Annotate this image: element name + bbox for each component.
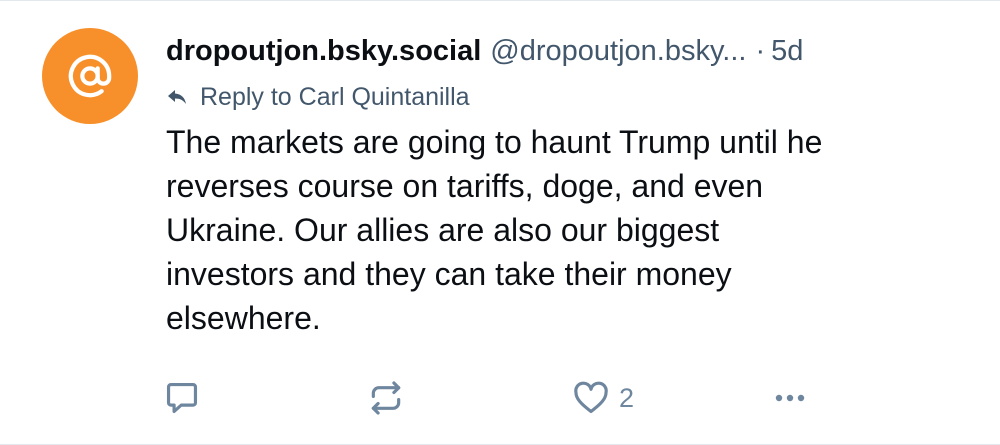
separator-dot: · bbox=[755, 35, 766, 67]
post-content: dropoutjon.bsky.social @dropoutjon.bsky.… bbox=[166, 31, 970, 340]
avatar[interactable] bbox=[42, 28, 138, 124]
timestamp[interactable]: 5d bbox=[771, 31, 803, 71]
reply-button[interactable] bbox=[163, 373, 201, 423]
display-name[interactable]: dropoutjon.bsky.social bbox=[166, 31, 481, 71]
repost-button[interactable] bbox=[367, 373, 405, 423]
repost-icon bbox=[371, 381, 401, 415]
at-sign-icon bbox=[68, 54, 112, 98]
reply-to-label: Reply to Carl Quintanilla bbox=[200, 82, 470, 111]
like-button[interactable]: 2 bbox=[572, 373, 634, 423]
post-text: The markets are going to haunt Trump unt… bbox=[166, 124, 823, 336]
like-count: 2 bbox=[619, 382, 635, 413]
post-card[interactable]: dropoutjon.bsky.social @dropoutjon.bsky.… bbox=[0, 0, 1000, 445]
comment-icon bbox=[166, 382, 198, 414]
reply-to-line[interactable]: Reply to Carl Quintanilla bbox=[166, 81, 970, 113]
reply-arrow-icon bbox=[168, 90, 186, 104]
user-handle[interactable]: @dropoutjon.bsky... bbox=[490, 31, 746, 71]
heart-icon bbox=[574, 381, 608, 414]
more-options-button[interactable] bbox=[775, 373, 805, 423]
post-actions: 2 bbox=[0, 373, 1000, 423]
post-header: dropoutjon.bsky.social @dropoutjon.bsky.… bbox=[166, 31, 970, 71]
more-dots-icon bbox=[775, 394, 805, 402]
